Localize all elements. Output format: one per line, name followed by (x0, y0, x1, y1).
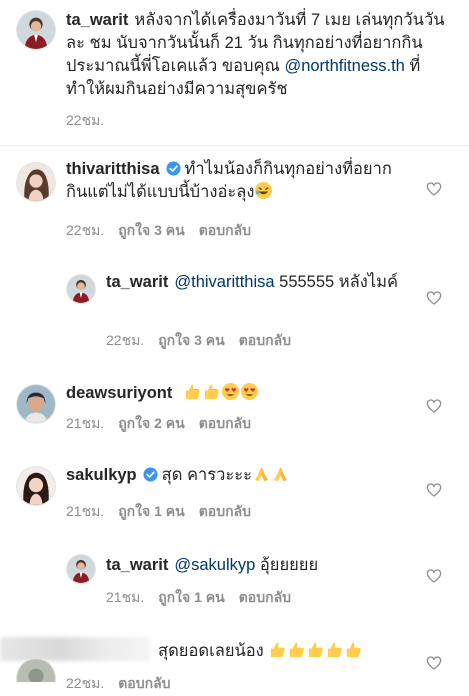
thumbs-up-emoji (183, 382, 202, 401)
reply-button[interactable]: ตอบกลับ (239, 589, 291, 605)
heart-outline-icon[interactable] (426, 290, 442, 306)
thumbs-up-emoji (287, 640, 306, 659)
reply-button[interactable]: ตอบกลับ (239, 332, 291, 348)
heart-eyes-emoji (240, 382, 259, 401)
avatar[interactable] (16, 10, 56, 50)
heart-outline-icon[interactable] (426, 398, 442, 414)
folded-hands-emoji (271, 464, 290, 483)
avatar[interactable] (16, 658, 56, 682)
likes-count[interactable]: ถูกใจ 3 คน (158, 332, 225, 348)
thumbs-up-emoji (344, 640, 363, 659)
heart-outline-icon[interactable] (426, 181, 442, 197)
comment-item: สุดยอดเลยน้อง 22ชม. ตอบกลับ (0, 618, 469, 696)
likes-count[interactable]: ถูกใจ 3 คน (118, 222, 185, 238)
likes-count[interactable]: ถูกใจ 1 คน (158, 589, 225, 605)
reply-button[interactable]: ตอบกลับ (199, 415, 251, 431)
reply-item: ta_warit @thivaritthisa 555555 หลังไมค์ 2… (0, 256, 469, 356)
heart-outline-icon[interactable] (426, 568, 442, 584)
caption-meta: 22ชม. (66, 110, 118, 132)
heart-eyes-emoji (221, 382, 240, 401)
comment-meta: 22ชม. ตอบกลับ (66, 673, 185, 695)
reply-username[interactable]: ta_warit (106, 556, 168, 574)
caption-username[interactable]: ta_warit (66, 11, 128, 29)
mention-link[interactable]: @northfitness.th (284, 57, 404, 75)
reply-item: ta_warit @sakulkyp อุ้ยยยยย 21ชม. ถูกใจ 1 … (0, 536, 469, 618)
comment-username[interactable]: thivaritthisa (66, 160, 160, 178)
comment-username[interactable]: deawsuriyont (66, 384, 172, 402)
timestamp: 22ชม. (106, 332, 145, 348)
comment-item: sakulkyp สุด คารวะะะ 21ชม. ถูกใจ 1 คน ตอบกล… (0, 446, 469, 536)
caption-text: ta_warit หลังจากได้เครื่องมาวันที่ 7 เมย … (66, 11, 445, 98)
comment-text: deawsuriyont (66, 382, 396, 405)
reply-username[interactable]: ta_warit (106, 273, 168, 291)
comment-text: สุดยอดเลยน้อง (158, 640, 418, 663)
likes-count[interactable]: ถูกใจ 2 คน (118, 415, 185, 431)
comment-text: thivaritthisa ทำไมน้องก็กินทุกอย่างที่อยา… (66, 160, 392, 201)
timestamp: 21ชม. (66, 415, 105, 431)
reply-meta: 21ชม. ถูกใจ 1 คน ตอบกลับ (106, 587, 305, 609)
comment-meta: 21ชม. ถูกใจ 1 คน ตอบกลับ (66, 501, 265, 523)
reply-button[interactable]: ตอบกลับ (199, 503, 251, 519)
timestamp: 22ชม. (66, 222, 105, 238)
verified-badge-icon (166, 161, 181, 176)
rolling-laughing-emoji (254, 181, 273, 200)
folded-hands-emoji (252, 464, 271, 483)
comment-meta: 21ชม. ถูกใจ 2 คน ตอบกลับ (66, 413, 265, 435)
reply-meta: 22ชม. ถูกใจ 3 คน ตอบกลับ (106, 330, 305, 352)
timestamp: 21ชม. (106, 589, 145, 605)
heart-outline-icon[interactable] (426, 482, 442, 498)
reply-text: ta_warit @sakulkyp อุ้ยยยยย (106, 556, 319, 574)
reply-button[interactable]: ตอบกลับ (118, 675, 170, 691)
reply-text: ta_warit @thivaritthisa 555555 หลังไมค์ (106, 273, 399, 291)
reply-button[interactable]: ตอบกลับ (199, 222, 251, 238)
comment-meta: 22ชม. ถูกใจ 3 คน ตอบกลับ (66, 220, 265, 242)
avatar[interactable] (16, 162, 56, 202)
verified-badge-icon (143, 467, 158, 482)
comment-text: sakulkyp สุด คารวะะะ (66, 464, 396, 487)
avatar[interactable] (66, 274, 96, 304)
avatar[interactable] (66, 554, 96, 584)
heart-outline-icon[interactable] (426, 655, 442, 671)
avatar[interactable] (16, 384, 56, 424)
post-caption: ta_warit หลังจากได้เครื่องมาวันที่ 7 เมย … (0, 0, 469, 140)
timestamp: 22ชม. (66, 112, 105, 128)
comment-item: thivaritthisa ทำไมน้องก็กินทุกอย่างที่อยา… (0, 146, 469, 256)
mention-link[interactable]: @thivaritthisa (174, 273, 274, 291)
thumbs-up-emoji (306, 640, 325, 659)
thumbs-up-emoji (268, 640, 287, 659)
likes-count[interactable]: ถูกใจ 1 คน (118, 503, 185, 519)
thumbs-up-emoji (325, 640, 344, 659)
comment-username[interactable]: sakulkyp (66, 466, 137, 484)
timestamp: 21ชม. (66, 503, 105, 519)
timestamp: 22ชม. (66, 675, 105, 691)
avatar[interactable] (16, 466, 56, 506)
comment-item: deawsuriyont 21ชม. ถูกใจ 2 คน ตอบกลับ (0, 356, 469, 446)
mention-link[interactable]: @sakulkyp (174, 556, 255, 574)
thumbs-up-emoji (202, 382, 221, 401)
